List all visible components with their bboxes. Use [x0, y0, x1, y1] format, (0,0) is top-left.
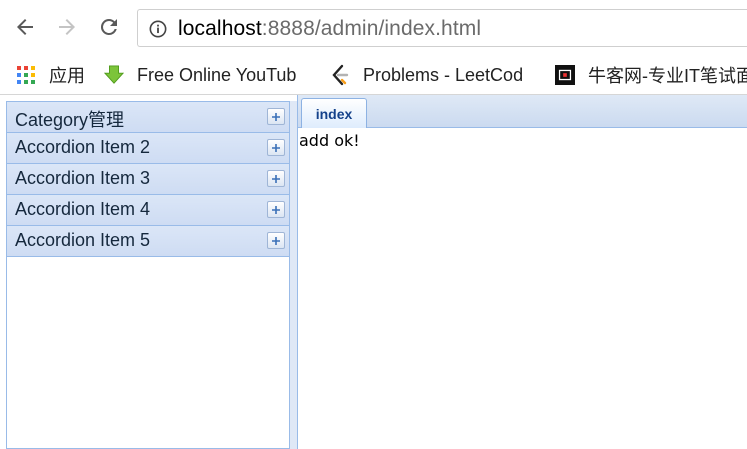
accordion-title: Category管理 — [15, 110, 125, 130]
accordion-header-item-5[interactable]: Accordion Item 5 — [7, 226, 289, 257]
accordion-header-item-4[interactable]: Accordion Item 4 — [7, 195, 289, 226]
expand-plus-icon[interactable] — [267, 139, 285, 156]
url-text: localhost:8888/admin/index.html — [178, 17, 481, 41]
download-arrow-icon — [104, 65, 124, 85]
accordion-title: Accordion Item 2 — [15, 137, 151, 157]
back-arrow-icon — [17, 19, 33, 35]
accordion-title: Accordion Item 3 — [15, 168, 151, 188]
reload-icon — [100, 18, 117, 35]
forward-button[interactable] — [52, 12, 82, 42]
accordion-header-item-2[interactable]: Accordion Item 2 — [7, 133, 289, 164]
forward-arrow-icon — [59, 19, 75, 35]
content-message: add ok! — [299, 131, 360, 150]
bookmark-label: Problems - LeetCod — [363, 64, 524, 85]
expand-plus-icon[interactable] — [267, 108, 285, 125]
url-path: :8888/admin/index.html — [261, 17, 482, 40]
bookmark-label: 牛客网-专业IT笔试面 — [588, 66, 747, 86]
bookmarks-bar: 应用 Free Online YouTub Problems - LeetCod — [0, 56, 747, 95]
browser-toolbar: localhost:8888/admin/index.html — [0, 0, 747, 56]
accordion-title: Accordion Item 5 — [15, 230, 151, 250]
app-layout: Category管理 Accordion Item 2 Accordion It… — [0, 95, 747, 449]
accordion-title: Accordion Item 4 — [15, 199, 151, 219]
layout-splitter[interactable] — [290, 101, 297, 449]
url-host: localhost — [178, 17, 262, 40]
nowcoder-icon — [555, 65, 575, 85]
accordion-header-category[interactable]: Category管理 — [7, 102, 289, 133]
tab-index[interactable]: index — [301, 98, 367, 128]
accordion-panel: Category管理 Accordion Item 2 Accordion It… — [6, 101, 290, 449]
bookmark-label: 应用 — [49, 66, 85, 86]
apps-grid-icon — [16, 65, 36, 85]
bookmark-nowcoder[interactable]: 牛客网-专业IT笔试面 — [555, 60, 747, 90]
expand-plus-icon[interactable] — [267, 201, 285, 218]
leetcode-icon — [330, 64, 350, 86]
accordion-header-item-3[interactable]: Accordion Item 3 — [7, 164, 289, 195]
bookmark-youtube[interactable]: Free Online YouTub — [104, 60, 310, 90]
expand-plus-icon[interactable] — [267, 232, 285, 249]
reload-button[interactable] — [94, 12, 124, 42]
tab-strip: index — [298, 95, 747, 128]
expand-plus-icon[interactable] — [267, 170, 285, 187]
bookmark-label: Free Online YouTub — [137, 64, 297, 85]
center-panel: index add ok! — [297, 95, 747, 449]
bookmark-leetcode[interactable]: Problems - LeetCod — [330, 60, 536, 90]
address-bar[interactable]: localhost:8888/admin/index.html — [137, 9, 747, 47]
bookmark-apps[interactable]: 应用 — [16, 60, 85, 90]
info-icon[interactable] — [149, 20, 167, 38]
back-button[interactable] — [10, 12, 40, 42]
